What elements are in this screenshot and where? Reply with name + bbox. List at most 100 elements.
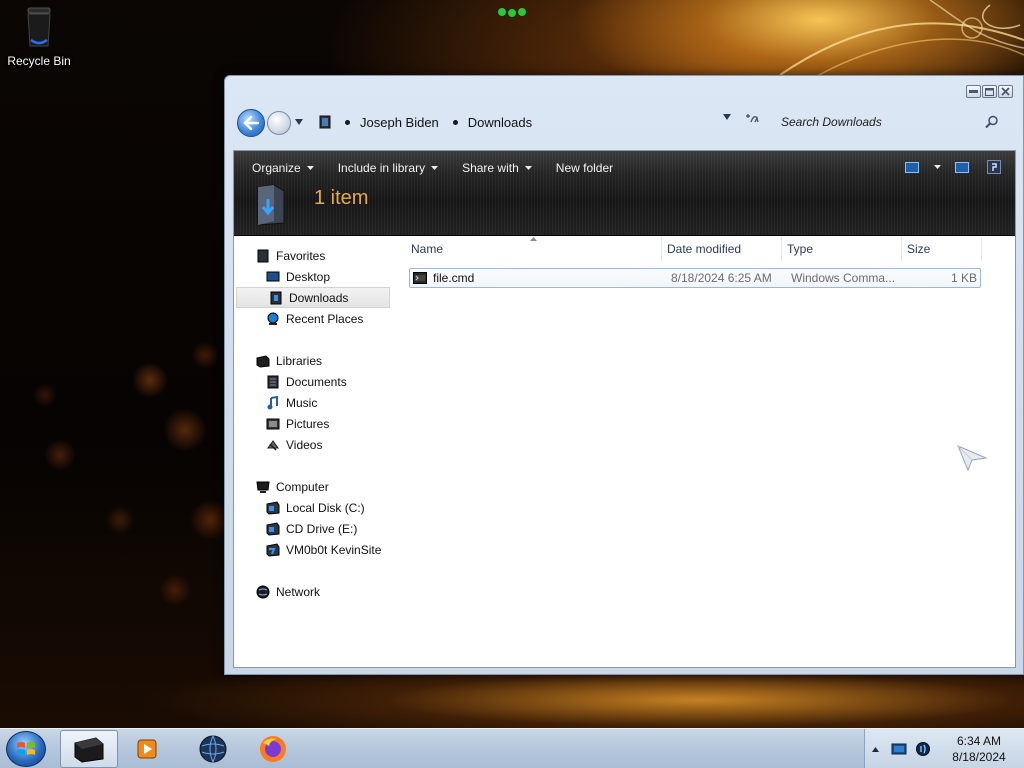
taskbar-firefox-button[interactable] [244, 730, 302, 768]
nav-recent-places[interactable]: Recent Places [234, 308, 394, 329]
help-button[interactable] [981, 157, 1007, 177]
view-icon [905, 161, 919, 173]
music-icon [267, 395, 278, 409]
explorer-content: Organize Include in library Share with N… [233, 150, 1016, 668]
column-header-size[interactable]: Size [902, 237, 982, 261]
new-folder-button[interactable]: New folder [548, 157, 621, 179]
nav-cd-drive-label: CD Drive (E:) [286, 521, 358, 536]
nav-music[interactable]: Music [234, 392, 394, 413]
nav-videos-label: Videos [286, 437, 323, 452]
nav-downloads[interactable]: Downloads [236, 287, 390, 308]
network-drive-icon [266, 542, 280, 557]
videos-icon [267, 439, 279, 451]
nav-computer[interactable]: Computer [234, 476, 394, 497]
desktop-icon-recycle-bin[interactable]: Recycle Bin [6, 6, 72, 76]
nav-cd-drive[interactable]: CD Drive (E:) [234, 518, 394, 539]
nav-desktop-label: Desktop [286, 269, 331, 284]
nav-libraries[interactable]: Libraries [234, 350, 394, 371]
recent-pages-dropdown-icon[interactable] [295, 119, 303, 125]
minimize-button[interactable] [966, 85, 981, 98]
taskbar-media-player-button[interactable] [118, 730, 176, 768]
nav-downloads-label: Downloads [289, 290, 349, 305]
computer-icon [256, 481, 270, 493]
column-header-date-modified[interactable]: Date modified [662, 237, 782, 261]
address-folder-icon [319, 115, 331, 129]
taskbar-clock[interactable]: 6:34 AM 8/18/2024 [937, 733, 1021, 765]
share-with-button[interactable]: Share with [454, 157, 540, 179]
libraries-icon [256, 354, 270, 368]
help-icon [987, 160, 1001, 174]
search-input[interactable] [781, 112, 981, 132]
network-tray-icon[interactable] [891, 741, 907, 757]
preview-pane-button[interactable] [949, 157, 975, 177]
nav-favorites[interactable]: Favorites [234, 245, 394, 266]
window-controls [966, 85, 1013, 98]
nav-group-network: Network [234, 581, 394, 602]
show-hidden-icons-icon[interactable] [872, 747, 879, 752]
firefox-icon [260, 736, 286, 762]
taskbar-explorer-button[interactable] [60, 730, 118, 768]
change-view-button[interactable] [899, 157, 925, 177]
breadcrumb-separator [452, 119, 458, 125]
include-in-library-button[interactable]: Include in library [330, 157, 446, 179]
view-options-dropdown[interactable] [931, 157, 943, 177]
clock-time: 6:34 AM [956, 734, 1002, 748]
refresh-icon[interactable] [743, 110, 759, 126]
nav-videos[interactable]: Videos [234, 434, 394, 455]
pictures-icon [266, 418, 280, 429]
chevron-down-icon [431, 166, 439, 170]
desktop-icon-label: Recycle Bin [7, 54, 71, 68]
chevron-down-icon [933, 165, 941, 169]
breadcrumb-downloads[interactable]: Downloads [468, 115, 532, 130]
address-row: Joseph Biden Downloads [235, 105, 1015, 139]
volume-tray-icon[interactable] [915, 741, 931, 757]
nav-computer-label: Computer [276, 479, 329, 494]
cmd-file-icon [413, 272, 427, 284]
maximize-button[interactable] [982, 85, 997, 98]
forward-button[interactable] [267, 111, 291, 135]
favorites-icon [257, 249, 269, 262]
item-count: 1 item [314, 187, 369, 209]
search-box[interactable] [781, 110, 1013, 134]
cd-drive-icon [266, 521, 280, 536]
breadcrumb-joseph-biden[interactable]: Joseph Biden [360, 115, 439, 130]
column-header-name[interactable]: Name [406, 237, 662, 261]
downloads-folder-icon [257, 184, 285, 226]
address-dropdown-icon[interactable] [723, 114, 731, 120]
new-folder-label: New folder [555, 161, 614, 175]
close-button[interactable] [998, 85, 1013, 98]
nav-local-disk-label: Local Disk (C:) [286, 500, 365, 515]
wallpaper-swirl [779, 0, 1024, 80]
nav-group-favorites: Favorites Desktop Downloads Recent Place… [234, 245, 394, 329]
documents-icon [267, 375, 279, 388]
taskbar-globe-button[interactable] [184, 730, 242, 768]
start-button[interactable] [6, 731, 46, 767]
minimize-icon [969, 90, 978, 93]
nav-pictures-label: Pictures [286, 416, 330, 431]
search-icon[interactable] [985, 115, 999, 129]
nav-desktop[interactable]: Desktop [234, 266, 394, 287]
back-button[interactable] [237, 109, 265, 137]
file-row[interactable]: file.cmd 8/18/2024 6:25 AM Windows Comma… [409, 268, 981, 288]
nav-network-share[interactable]: VM0b0t KevinSite [234, 539, 394, 560]
recycle-bin-icon [27, 7, 51, 47]
column-header-date-label: Date modified [667, 242, 742, 256]
explorer-window[interactable]: Joseph Biden Downloads Organize [224, 75, 1024, 675]
file-name-cell: file.cmd [413, 269, 663, 287]
nav-local-disk[interactable]: Local Disk (C:) [234, 497, 394, 518]
nav-documents[interactable]: Documents [234, 371, 394, 392]
desktop-icon [266, 271, 280, 281]
nav-pictures[interactable]: Pictures [234, 413, 394, 434]
preview-pane-icon [955, 161, 969, 173]
organize-button[interactable]: Organize [244, 157, 322, 179]
include-in-library-label: Include in library [337, 161, 426, 175]
column-header-type[interactable]: Type [782, 237, 902, 261]
network-icon [256, 585, 270, 598]
column-headers: Name Date modified Type Size [406, 237, 986, 261]
nav-network[interactable]: Network [234, 581, 394, 602]
address-bar[interactable]: Joseph Biden Downloads [311, 110, 764, 134]
downloads-icon [270, 291, 282, 304]
file-size: 1 KB [950, 271, 977, 285]
system-tray: 6:34 AM 8/18/2024 [864, 729, 1024, 768]
nav-recent-places-label: Recent Places [286, 311, 364, 326]
